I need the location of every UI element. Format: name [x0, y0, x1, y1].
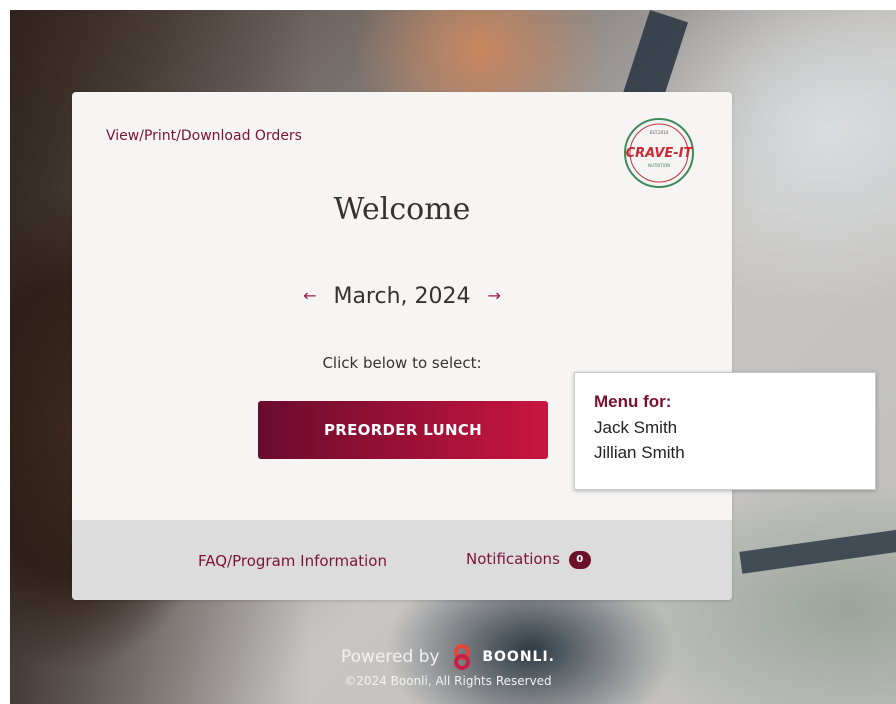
- boonli-brand: BOONLI.: [482, 649, 555, 665]
- instruction-text: Click below to select:: [322, 354, 482, 372]
- powered-by-text: Powered by: [341, 647, 440, 667]
- menu-student-name: Jillian Smith: [594, 443, 685, 462]
- welcome-heading: Welcome: [333, 192, 471, 227]
- next-month-icon[interactable]: →: [478, 286, 511, 305]
- view-print-download-orders-link[interactable]: View/Print/Download Orders: [106, 128, 302, 144]
- background-bar: [739, 528, 896, 574]
- powered-by: Powered by BOONLI.: [0, 644, 896, 670]
- boonli-logo-icon: [453, 644, 470, 670]
- prev-month-icon[interactable]: ←: [293, 286, 326, 305]
- crave-it-logo: EST.2014 CRAVE-IT NUTRITION: [624, 118, 694, 188]
- logo-main-text: CRAVE-IT: [626, 146, 694, 161]
- menu-for-tooltip: Menu for: Jack Smith Jillian Smith: [574, 372, 876, 490]
- copyright-text: ©2024 Boonli, All Rights Reserved: [344, 674, 552, 688]
- menu-student-name: Jack Smith: [594, 418, 678, 437]
- notifications-label: Notifications: [466, 550, 560, 568]
- current-month: March, 2024: [333, 284, 471, 309]
- notifications-link[interactable]: Notifications 0: [466, 550, 591, 569]
- notifications-count-badge: 0: [568, 550, 591, 569]
- menu-for-title: Menu for:: [594, 392, 672, 411]
- logo-nutrition-text: NUTRITION: [648, 163, 670, 168]
- faq-program-information-link[interactable]: FAQ/Program Information: [198, 552, 387, 570]
- card-footer: FAQ/Program Information Notifications 0: [72, 520, 732, 600]
- preorder-lunch-button[interactable]: PREORDER LUNCH: [258, 401, 548, 459]
- logo-est-text: EST.2014: [650, 130, 669, 135]
- month-selector: ← March, 2024 →: [72, 284, 732, 309]
- welcome-card: View/Print/Download Orders EST.2014 CRAV…: [72, 92, 732, 600]
